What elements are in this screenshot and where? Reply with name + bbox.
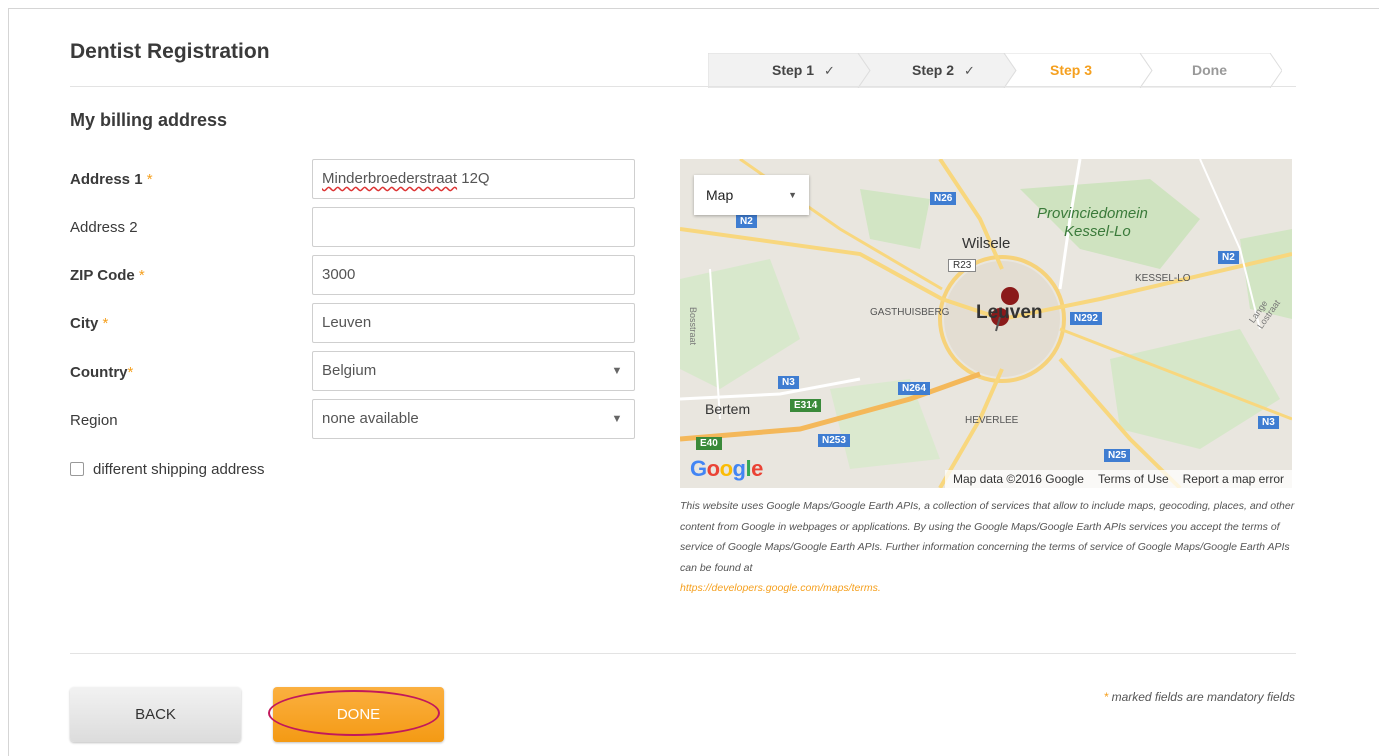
region-select[interactable]: none available ▼ xyxy=(312,399,635,439)
google-logo: Google xyxy=(690,456,763,481)
road-shield: N3 xyxy=(778,376,799,389)
region-label: Region xyxy=(70,412,118,429)
road-shield: E314 xyxy=(790,399,822,412)
road-shield: N292 xyxy=(1070,312,1102,325)
map-label-gasthuisberg: GASTHUISBERG xyxy=(870,307,950,318)
road-shield: N2 xyxy=(736,215,757,228)
map-type-value: Map xyxy=(706,187,734,203)
required-star: * xyxy=(146,171,153,188)
maps-disclaimer: This website uses Google Maps/Google Ear… xyxy=(680,496,1295,599)
shipping-checkbox-label[interactable]: different shipping address xyxy=(93,461,265,478)
road-shield: N264 xyxy=(898,382,930,395)
country-select-value: Belgium xyxy=(322,362,377,379)
title-divider xyxy=(70,86,1296,87)
country-select[interactable]: Belgium ▼ xyxy=(312,351,635,391)
step-2-check-icon: ✓ xyxy=(964,63,975,78)
map-label-kessel-lo-park: Kessel-Lo xyxy=(1064,223,1131,240)
address1-value-misspelled: Minderbroederstraat xyxy=(322,170,458,187)
map-label-bosstraat: Bosstraat xyxy=(688,307,698,346)
map-data-credit: Map data ©2016 Google xyxy=(953,472,1084,486)
chevron-down-icon: ▼ xyxy=(788,190,797,200)
address1-value-suffix: 12Q xyxy=(457,170,490,187)
required-star: * xyxy=(127,364,134,381)
address1-label: Address 1 * xyxy=(70,171,153,188)
map-terms-link[interactable]: Terms of Use xyxy=(1098,470,1169,488)
terms-link[interactable]: https://developers.google.com/maps/terms… xyxy=(680,578,1295,599)
map-label-heverlee: HEVERLEE xyxy=(965,415,1019,426)
step-done: Done xyxy=(1192,53,1227,88)
back-button[interactable]: BACK xyxy=(70,687,241,742)
city-label: City * xyxy=(70,315,109,332)
step-2: Step 2 ✓ xyxy=(912,53,975,88)
map-road xyxy=(938,159,1004,270)
step-1: Step 1 ✓ xyxy=(772,53,835,88)
page-title: Dentist Registration xyxy=(70,40,270,63)
road-shield: N253 xyxy=(818,434,850,447)
google-map[interactable]: Provinciedomein Kessel-Lo Wilsele KESSEL… xyxy=(680,159,1292,488)
map-attribution: Map data ©2016 Google Terms of Use Repor… xyxy=(945,470,1292,488)
region-select-value: none available xyxy=(322,410,419,427)
road-shield: N25 xyxy=(1104,449,1131,462)
country-label: Country* xyxy=(70,364,134,381)
map-label-bertem: Bertem xyxy=(705,401,751,417)
step-progress: Step 1 ✓ Step 2 ✓ Step 3 Done xyxy=(708,53,1282,88)
road-shield: N2 xyxy=(1218,251,1239,264)
section-title: My billing address xyxy=(70,110,228,130)
step-3-label: Step 3 xyxy=(1050,62,1093,78)
step-3: Step 3 xyxy=(1050,53,1092,88)
map-label-provinciedomein: Provinciedomein xyxy=(1037,205,1148,222)
step-1-label: Step 1 xyxy=(772,62,815,78)
chevron-down-icon: ▼ xyxy=(611,365,623,377)
done-button[interactable]: DONE xyxy=(273,687,444,742)
zip-input[interactable]: 3000 xyxy=(312,255,635,295)
required-star: * xyxy=(102,315,109,332)
road-shield: R23 xyxy=(948,259,977,272)
map-label-wilsele: Wilsele xyxy=(962,235,1011,252)
map-park-area xyxy=(860,189,930,249)
shipping-checkbox-row[interactable]: different shipping address xyxy=(70,460,265,478)
address1-input[interactable]: Minderbroederstraat 12Q xyxy=(312,159,635,199)
shipping-checkbox[interactable] xyxy=(70,462,84,476)
step-2-label: Step 2 xyxy=(912,62,955,78)
disclaimer-text: This website uses Google Maps/Google Ear… xyxy=(680,500,1295,574)
required-star: * xyxy=(138,267,145,284)
road-shield: E40 xyxy=(696,437,722,450)
road-shield: N26 xyxy=(930,192,957,205)
address2-label: Address 2 xyxy=(70,219,138,236)
map-type-select[interactable]: Map ▼ xyxy=(694,175,809,215)
road-shield: N3 xyxy=(1258,416,1279,429)
address2-input[interactable] xyxy=(312,207,635,247)
map-label-kessel-lo: KESSEL-LO xyxy=(1135,273,1191,284)
step-done-label: Done xyxy=(1192,62,1227,78)
map-label-leuven: Leuven xyxy=(976,302,1043,323)
chevron-down-icon: ▼ xyxy=(611,413,623,425)
map-park-area xyxy=(1110,329,1280,449)
city-input[interactable]: Leuven xyxy=(312,303,635,343)
map-park-area xyxy=(680,259,800,389)
map-report-error-link[interactable]: Report a map error xyxy=(1183,470,1284,488)
step-1-check-icon: ✓ xyxy=(824,63,835,78)
footer-divider xyxy=(70,653,1296,654)
mandatory-note: * marked fields are mandatory fields xyxy=(1103,690,1295,704)
zip-label: ZIP Code * xyxy=(70,267,145,284)
